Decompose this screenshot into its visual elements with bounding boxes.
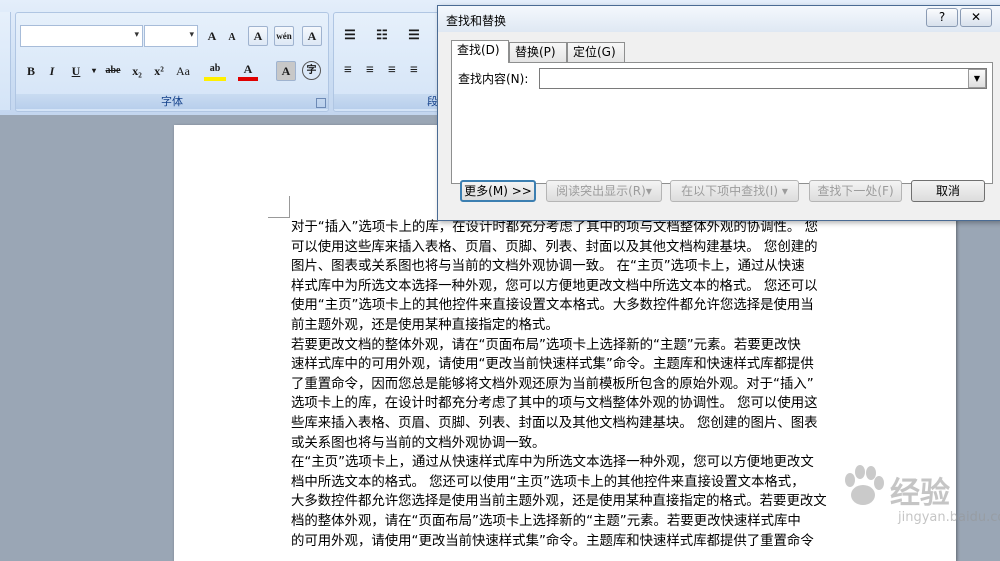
paragraph-group-label: 段 [334, 94, 444, 109]
bold-button[interactable]: B [21, 61, 41, 81]
text-line: 在“主页”选项卡上，通过从快速样式库中为所选文本选择一种外观，您可以方便地更改文 [291, 455, 814, 471]
align-center-icon[interactable]: ≡ [360, 61, 380, 81]
text-line: 了重置命令，因而您总是能够将文档外观还原为当前模板所包含的原始外观。对于“插入” [291, 376, 814, 392]
underline-button[interactable]: U [66, 61, 86, 81]
strikethrough-button[interactable]: abe [100, 61, 126, 81]
reading-highlight-button[interactable]: 阅读突出显示(R)▾ [546, 180, 662, 202]
align-left-icon[interactable]: ≡ [338, 61, 358, 81]
find-what-input[interactable]: ▼ [539, 68, 987, 89]
text-line: 可以使用这些库来插入表格、页眉、页脚、列表、封面以及其他文档构建基块。 您创建的 [291, 239, 818, 255]
chevron-down-icon: ▾ [134, 30, 139, 40]
char-shading-button[interactable]: A [276, 61, 296, 81]
document-paragraph: 在“主页”选项卡上，通过从快速样式库中为所选文本选择一种外观，您可以方便地更改文… [291, 453, 843, 551]
text-line: 档中所选文本的格式。 您还可以使用“主页”选项卡上的其他控件来直接设置文本格式， [291, 474, 805, 490]
multilevel-list-icon[interactable]: ☰ [402, 25, 426, 45]
font-group: ▾ ▾ A A A wén A B I U ▾ abe x₂ x² Aa ab … [15, 12, 329, 112]
char-border-button[interactable]: A [302, 26, 322, 46]
document-text[interactable]: 对于“插入”选项卡上的库，在设计时都充分考虑了其中的项与文档整体外观的协调性。 … [291, 218, 843, 551]
watermark-brand: 经验 [890, 476, 950, 511]
text-line: 速样式库中的可用外观，请使用“更改当前快速样式集”命令。主题库和快速样式库都提供 [291, 357, 814, 373]
numbering-icon[interactable]: ☷ [370, 25, 394, 45]
font-size-combo[interactable]: ▾ [144, 25, 198, 47]
clear-format-button[interactable]: A [248, 26, 268, 46]
text-line: 或关系图也将与当前的文档外观协调一致。 [291, 435, 546, 451]
dialog-titlebar[interactable]: 查找和替换 ? ✕ [438, 6, 1000, 32]
enclose-char-button[interactable]: 字 [302, 61, 321, 80]
text-line: 若要更改文档的整体外观，请在“页面布局”选项卡上选择新的“主题”元素。若要更改快 [291, 337, 801, 353]
document-paragraph: 对于“插入”选项卡上的库，在设计时都充分考虑了其中的项与文档整体外观的协调性。 … [291, 218, 843, 336]
ribbon-left-group-edge [0, 12, 11, 110]
italic-button[interactable]: I [42, 61, 62, 81]
highlight-icon[interactable]: ab [204, 61, 226, 81]
subscript-button[interactable]: x₂ [127, 61, 147, 81]
text-line: 大多数控件都允许您选择是使用当前主题外观，还是使用某种直接指定的格式。若要更改文 [291, 494, 827, 510]
find-in-button[interactable]: 在以下项中查找(I) ▾ [670, 180, 799, 202]
shrink-font-button[interactable]: A [222, 28, 242, 48]
tab-find[interactable]: 查找(D) [451, 40, 509, 63]
text-line: 的可用外观，请使用“更改当前快速样式集”命令。主题库和快速样式库都提供了重置命令 [291, 533, 814, 549]
help-button[interactable]: ? [926, 8, 958, 27]
cancel-button[interactable]: 取消 [911, 180, 985, 202]
font-name-combo[interactable]: ▾ [20, 25, 143, 47]
watermark-url: jingyan.baidu.com [898, 510, 1000, 525]
superscript-button[interactable]: x² [149, 61, 169, 81]
font-color-button[interactable]: A [238, 61, 258, 81]
text-line: 选项卡上的库，在设计时都充分考虑了其中的项与文档整体外观的协调性。 您可以使用这 [291, 396, 818, 412]
change-case-button[interactable]: Aa [173, 61, 193, 81]
paw-icon [845, 465, 884, 505]
chevron-down-icon: ▾ [189, 30, 194, 40]
tab-replace[interactable]: 替换(P) [509, 42, 567, 62]
dialog-launcher-icon[interactable] [316, 98, 326, 108]
close-button[interactable]: ✕ [960, 8, 992, 27]
find-next-button[interactable]: 查找下一处(F) [809, 180, 902, 202]
text-line: 前主题外观，还是使用某种直接指定的格式。 [291, 317, 559, 333]
text-line: 档的整体外观，请在“页面布局”选项卡上选择新的“主题”元素。若要更改快速样式库中 [291, 513, 801, 529]
paragraph-group: ☰ ☷ ☰ ≡ ≡ ≡ ≡ 段 [333, 12, 445, 112]
text-line: 样式库中为所选文本选择一种外观，您可以方便地更改文档中所选文本的格式。 您还可以 [291, 278, 818, 294]
dialog-title: 查找和替换 [446, 14, 507, 28]
bullets-icon[interactable]: ☰ [338, 25, 362, 45]
justify-icon[interactable]: ≡ [404, 61, 424, 81]
find-what-label: 查找内容(N): [458, 72, 529, 86]
phonetic-guide-button[interactable]: wén [274, 26, 294, 46]
baidu-jingyan-watermark: 经验 jingyan.baidu.com [828, 452, 1000, 552]
font-group-label: 字体 [16, 94, 328, 109]
more-button[interactable]: 更多(M) >> [460, 180, 536, 202]
align-right-icon[interactable]: ≡ [382, 61, 402, 81]
text-line: 使用“主页”选项卡上的其他控件来直接设置文本格式。大多数控件都允许您选择是使用当 [291, 298, 814, 314]
text-line: 些库来插入表格、页眉、页脚、列表、封面以及其他文档构建基块。 您创建的图片、图表 [291, 415, 818, 431]
grow-font-button[interactable]: A [202, 26, 222, 46]
tab-goto[interactable]: 定位(G) [567, 42, 625, 62]
chevron-down-icon[interactable]: ▼ [968, 69, 986, 88]
document-paragraph: 若要更改文档的整体外观，请在“页面布局”选项卡上选择新的“主题”元素。若要更改快… [291, 336, 843, 454]
margin-corner-mark [268, 196, 290, 218]
text-line: 图片、图表或关系图也将与当前的文档外观协调一致。 在“主页”选项卡上，通过从快速 [291, 259, 805, 275]
